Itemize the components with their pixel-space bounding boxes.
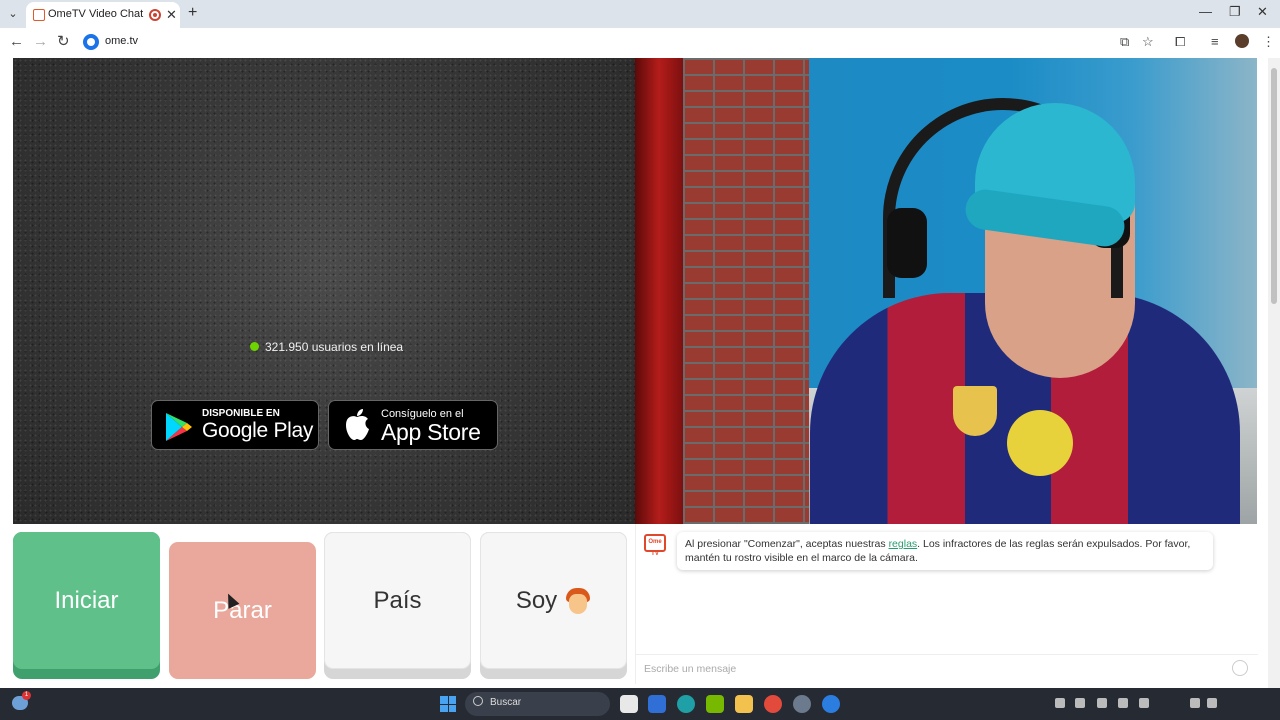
- boy-emoji-icon: [565, 587, 591, 614]
- browser-menu-icon[interactable]: ⋮: [1262, 35, 1275, 49]
- recording-icon: [149, 9, 161, 21]
- chat-panel: Ome TV Al presionar "Comenzar", aceptas …: [635, 524, 1258, 684]
- close-window-icon[interactable]: ✕: [1257, 4, 1268, 20]
- reload-icon[interactable]: ↻: [57, 33, 70, 51]
- message-input[interactable]: [644, 660, 1204, 678]
- video-static: [13, 58, 635, 524]
- file-explorer-icon[interactable]: [735, 695, 753, 713]
- google-play-small-text: DISPONIBLE EN: [202, 408, 280, 419]
- tab-strip: ⌄ OmeTV Video Chat — Ome ✕ + — ❐ ✕: [0, 0, 1280, 28]
- tray-app-icon-3[interactable]: [1118, 698, 1128, 708]
- new-tab-icon[interactable]: +: [188, 4, 197, 22]
- google-play-big-text: Google Play: [202, 419, 314, 442]
- google-play-badge[interactable]: DISPONIBLE EN Google Play: [151, 400, 319, 450]
- online-counter: 321.950 usuarios en línea: [250, 340, 403, 354]
- rules-text-before: Al presionar "Comenzar", aceptas nuestra…: [685, 538, 886, 550]
- minimize-icon[interactable]: —: [1199, 4, 1212, 19]
- nvidia-icon[interactable]: [706, 695, 724, 713]
- browser-window: ⌄ OmeTV Video Chat — Ome ✕ + — ❐ ✕ ← → ↻…: [0, 0, 1280, 688]
- tab-search-icon[interactable]: ⌄: [4, 5, 22, 23]
- taskbar-search-text: Buscar: [490, 697, 522, 708]
- obs-icon[interactable]: [793, 695, 811, 713]
- browser-toolbar: ← → ↻ ome.tv ⧉ ☆ ⧠ ≡ ⋮: [0, 28, 1280, 56]
- bookmark-star-icon[interactable]: ☆: [1142, 35, 1154, 49]
- rules-link[interactable]: reglas: [889, 538, 918, 550]
- gender-button[interactable]: Soy: [480, 532, 627, 669]
- forward-icon[interactable]: →: [33, 33, 48, 51]
- notification-badge: 1: [22, 691, 31, 700]
- stop-button[interactable]: Parar: [169, 542, 316, 679]
- gender-label: Soy: [515, 586, 558, 614]
- chrome-icon[interactable]: [764, 695, 782, 713]
- tray-app-icon[interactable]: [1075, 698, 1085, 708]
- task-view-icon[interactable]: [620, 695, 638, 713]
- app-store-badge[interactable]: Consíguelo en el App Store: [328, 400, 498, 450]
- red-curtain: [635, 58, 683, 524]
- jersey-sponsor-logo: [1007, 410, 1073, 476]
- tray-app-icon-4[interactable]: [1139, 698, 1149, 708]
- emoji-icon[interactable]: [1232, 660, 1248, 676]
- network-icon[interactable]: [1190, 698, 1200, 708]
- headset-earcup-left: [887, 208, 927, 278]
- site-favicon-icon: [33, 9, 45, 21]
- apple-icon: [346, 409, 369, 440]
- tray-chevron-icon[interactable]: [1055, 698, 1065, 708]
- media-control-icon[interactable]: ≡: [1211, 35, 1219, 49]
- site-info-icon[interactable]: [83, 34, 99, 50]
- online-count-text: 321.950 usuarios en línea: [265, 340, 404, 354]
- search-icon: [473, 696, 483, 706]
- restore-icon[interactable]: ❐: [1229, 4, 1241, 20]
- system-message: Al presionar "Comenzar", aceptas nuestra…: [677, 532, 1213, 570]
- taskbar-search[interactable]: Buscar: [465, 692, 610, 716]
- app-icon[interactable]: [822, 695, 840, 713]
- country-label: País: [373, 586, 422, 614]
- partner-video: 321.950 usuarios en línea DISPONIBLE EN …: [13, 58, 635, 524]
- tab-title: OmeTV Video Chat — Ome: [48, 8, 146, 20]
- country-button[interactable]: País: [324, 532, 471, 669]
- ometv-app: 321.950 usuarios en línea DISPONIBLE EN …: [13, 58, 1258, 684]
- brick-wall: [683, 58, 809, 524]
- extensions-icon[interactable]: ⧠: [1175, 35, 1185, 49]
- close-tab-icon[interactable]: ✕: [166, 7, 177, 23]
- edge-icon[interactable]: [677, 695, 695, 713]
- volume-icon[interactable]: [1207, 698, 1217, 708]
- windows-start-icon[interactable]: [440, 696, 456, 712]
- cast-icon[interactable]: ⧉: [1120, 35, 1129, 49]
- back-icon[interactable]: ←: [9, 33, 24, 51]
- address-bar[interactable]: ome.tv: [105, 35, 138, 47]
- app-store-big-text: App Store: [381, 419, 481, 445]
- ometv-logo-icon: Ome TV: [644, 534, 666, 557]
- self-video: [635, 58, 1257, 524]
- store-app-icon[interactable]: [648, 695, 666, 713]
- online-dot-icon: [250, 342, 259, 351]
- jersey-crest: [953, 386, 997, 436]
- scrollbar-thumb[interactable]: [1271, 68, 1277, 304]
- tab-ometv[interactable]: OmeTV Video Chat — Ome ✕: [26, 2, 180, 28]
- profile-avatar[interactable]: [1235, 34, 1249, 48]
- page-scrollbar[interactable]: [1268, 58, 1280, 688]
- tray-app-icon-2[interactable]: [1097, 698, 1107, 708]
- message-bar: [636, 654, 1258, 682]
- windows-taskbar: 1 Buscar: [0, 688, 1280, 720]
- start-button[interactable]: Iniciar: [13, 532, 160, 669]
- google-play-icon: [166, 413, 192, 441]
